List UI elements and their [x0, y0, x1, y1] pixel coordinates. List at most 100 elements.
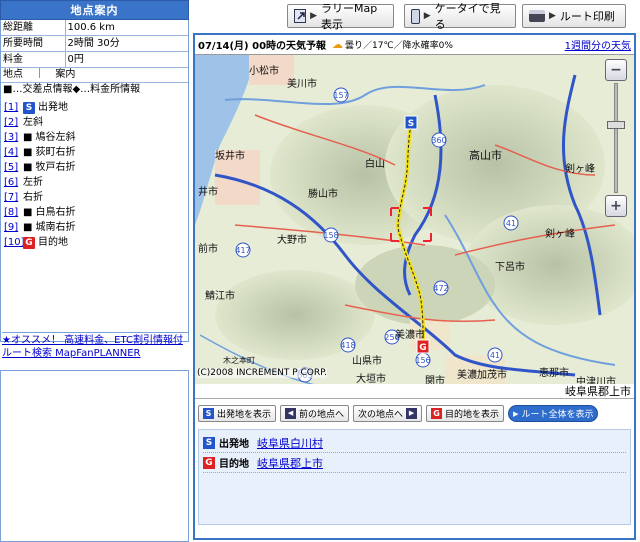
left-footer-box — [0, 370, 189, 542]
map-label: 前市 — [198, 244, 218, 255]
point-number-link[interactable]: [9] — [4, 220, 20, 235]
map-nav-row: S 出発地を表示 ◀ 前の地点へ 次の地点へ ▶ G 目的地を表示 ▶ ルート全… — [195, 399, 634, 425]
point-number-link[interactable]: [7] — [4, 190, 20, 205]
point-number-link[interactable]: [6] — [4, 175, 20, 190]
goal-label: 目的地 — [219, 459, 249, 470]
point-number-link[interactable]: [1] — [4, 100, 20, 115]
point-number-link[interactable]: [5] — [4, 160, 20, 175]
arrow-left-icon: ◀ — [285, 408, 297, 419]
stat-key: 所要時間 — [1, 35, 66, 52]
map-label: 大垣市 — [356, 374, 386, 384]
point-number-link[interactable]: [10] — [4, 235, 25, 250]
point-label: 荻町右折 — [35, 147, 76, 158]
prev-point-button[interactable]: ◀ 前の地点へ — [280, 405, 350, 422]
list-item[interactable]: [1] S 出発地 — [4, 100, 188, 115]
map-label: 鯖江市 — [205, 291, 235, 302]
show-start-button[interactable]: S 出発地を表示 — [198, 405, 277, 422]
arrow-right-icon: ▶ — [310, 11, 318, 21]
next-point-button[interactable]: 次の地点へ ▶ — [353, 405, 423, 422]
start-badge-icon: S — [203, 436, 215, 449]
list-item[interactable]: [8] ■ 白鳥右折 — [4, 205, 188, 220]
promo-box: ★オススメ！ 高速料金、ETC割引情報付 ルート検索 MapFanPLANNER — [2, 332, 188, 360]
mobile-phone-icon — [411, 8, 420, 24]
show-goal-button[interactable]: G 目的地を表示 — [426, 405, 505, 422]
list-item[interactable]: [5] ■ 牧戸右折 — [4, 160, 188, 175]
point-label: 右折 — [23, 192, 43, 203]
stat-key: 料金 — [1, 51, 66, 68]
svg-text:S: S — [408, 119, 414, 129]
rally-map-button[interactable]: ▶ ラリーMap表示 — [287, 2, 394, 31]
point-number-link[interactable]: [3] — [4, 130, 20, 145]
list-item[interactable]: [7] 右折 — [4, 190, 188, 205]
show-start-label: 出発地を表示 — [217, 410, 272, 420]
point-label: 鳩谷左斜 — [35, 132, 76, 143]
panel-header: 地点案内 — [0, 0, 189, 20]
zoom-slider[interactable] — [605, 83, 627, 193]
route-endpoints-box: S 出発地 岐阜県白川村 G 目的地 岐阜県郡上市 — [198, 429, 631, 525]
map-label: 美川市 — [287, 79, 317, 90]
list-item[interactable]: [6] 左折 — [4, 175, 188, 190]
goal-badge-icon: G — [203, 456, 215, 469]
route-map[interactable]: 157 360 158 417 472 41 256 156 418 303 4… — [195, 54, 634, 384]
start-label: 出発地 — [219, 439, 249, 450]
svg-text:41: 41 — [490, 351, 500, 360]
start-badge-icon: S — [23, 101, 35, 114]
weather-title: 07/14(月) 00時の天気予報 — [198, 41, 327, 52]
point-list: [1] S 出発地 [2] 左斜 [3] ■ 鳩谷左斜 [4] ■ 荻町右折 [5] ■ 牧戸右折… — [1, 100, 188, 250]
arrow-right-icon: ▶ — [513, 409, 519, 418]
map-label: 山県市 — [352, 356, 382, 367]
list-item[interactable]: [3] ■ 鳩谷左斜 — [4, 130, 188, 145]
route-stats-table: 総距離 100.6 km 所要時間 2時間 30分 料金 0円 — [1, 20, 188, 68]
print-label: ルート印刷 — [559, 10, 615, 23]
map-copyright: (C)2008 INCREMENT P CORP. — [197, 368, 328, 378]
list-item[interactable]: [9] ■ 城南右折 — [4, 220, 188, 235]
list-item[interactable]: [2] 左斜 — [4, 115, 188, 130]
mobile-button[interactable]: ▶ ケータイで見る — [404, 2, 516, 31]
point-label: 出発地 — [38, 102, 68, 113]
list-item[interactable]: [4] ■ 荻町右折 — [4, 145, 188, 160]
svg-text:472: 472 — [433, 284, 448, 293]
point-number-link[interactable]: [8] — [4, 205, 20, 220]
zoom-out-button[interactable]: − — [605, 59, 627, 81]
stat-row-distance: 総距離 100.6 km — [1, 20, 188, 36]
point-label: 白鳥右折 — [35, 207, 76, 218]
weekly-weather-link[interactable]: 1週間分の天気 — [565, 37, 631, 52]
col-separator: ｜ — [34, 69, 45, 80]
stat-value: 0円 — [65, 51, 188, 68]
svg-text:360: 360 — [431, 136, 446, 145]
zoom-slider-handle[interactable] — [607, 121, 625, 129]
intersection-marker: ■ — [23, 162, 33, 173]
map-label: 美濃加茂市 — [457, 370, 507, 381]
route-start-row: S 出発地 岐阜県白川村 — [203, 433, 626, 453]
start-location-link[interactable]: 岐阜県白川村 — [257, 435, 323, 451]
point-label: 目的地 — [38, 237, 68, 248]
guide-col-header: 案内 — [55, 69, 76, 80]
promo-link[interactable]: ★オススメ！ 高速料金、ETC割引情報付 ルート検索 MapFanPLANNER — [2, 335, 183, 359]
show-full-route-button[interactable]: ▶ ルート全体を表示 — [508, 405, 599, 422]
cloudy-icon: ☁ — [332, 38, 344, 51]
weather-condition: 曇り／17℃／降水確率0% — [345, 41, 453, 51]
map-label: 高山市 — [469, 149, 502, 162]
point-number-link[interactable]: [2] — [4, 115, 20, 130]
stat-row-time: 所要時間 2時間 30分 — [1, 35, 188, 52]
list-item[interactable]: [10] G 目的地 — [4, 235, 188, 250]
goal-location-link[interactable]: 岐阜県郡上市 — [257, 455, 323, 471]
prev-point-label: 前の地点へ — [299, 410, 345, 420]
point-list-header: 地点 ｜ 案内 — [1, 68, 188, 83]
map-label: 小松市 — [249, 66, 279, 77]
legend-text: ■…交差点情報◆…料金所情報 — [3, 84, 141, 95]
svg-text:158: 158 — [323, 231, 338, 240]
arrow-right-icon: ▶ — [406, 408, 418, 419]
next-point-label: 次の地点へ — [358, 410, 404, 420]
route-summary-box: 総距離 100.6 km 所要時間 2時間 30分 料金 0円 地点 ｜ 案内 ■…交… — [0, 20, 189, 342]
route-goal-row: G 目的地 岐阜県郡上市 — [203, 453, 626, 473]
zoom-rail — [614, 83, 618, 193]
show-full-route-label: ルート全体を表示 — [521, 410, 594, 420]
map-address: 岐阜県郡上市 — [195, 384, 634, 399]
map-label: 関市 — [425, 376, 445, 384]
point-number-link[interactable]: [4] — [4, 145, 20, 160]
stat-value: 100.6 km — [65, 20, 188, 36]
map-frame: 07/14(月) 00時の天気予報 ☁ 曇り／17℃／降水確率0% 1週間分の天… — [193, 33, 636, 540]
zoom-in-button[interactable]: + — [605, 195, 627, 217]
print-route-button[interactable]: ▶ ルート印刷 — [522, 4, 626, 28]
